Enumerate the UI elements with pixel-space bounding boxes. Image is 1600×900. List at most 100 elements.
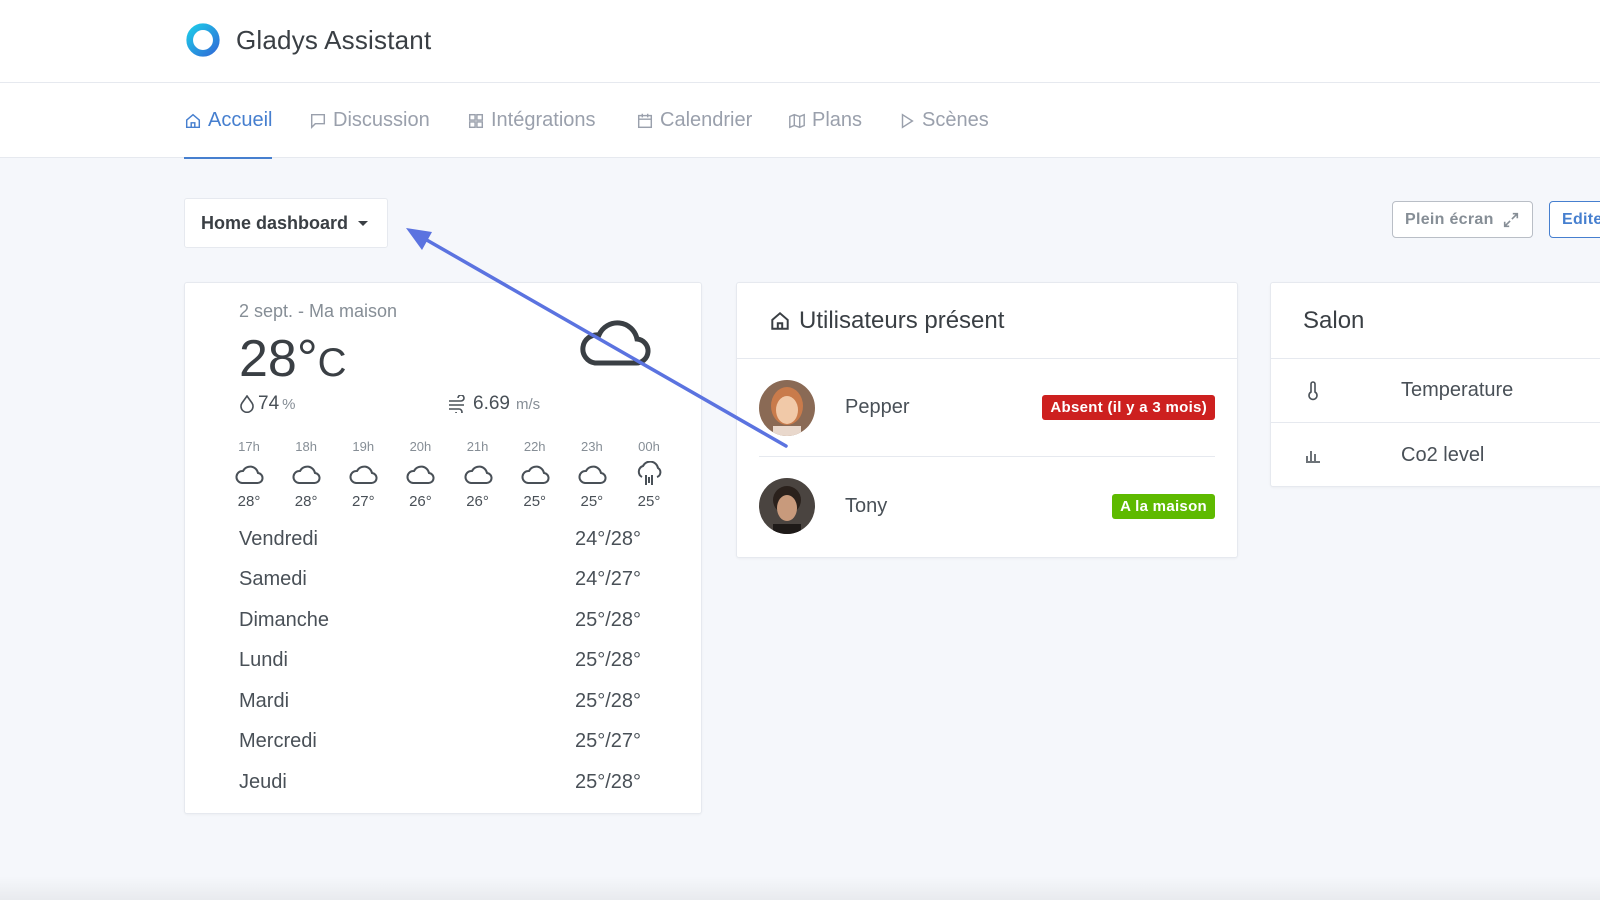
hour-temp: 26° (409, 493, 432, 510)
nav-item-accueil[interactable]: Accueil (184, 83, 273, 159)
daily-row: Samedi 24°/27° (239, 560, 641, 601)
day-range: 25°/27° (574, 730, 641, 753)
brand[interactable]: Gladys Assistant (184, 20, 431, 60)
sensor-row[interactable]: Temperature (1271, 359, 1600, 423)
thermometer-icon (1308, 380, 1318, 400)
hourly-item: 19h 27° (343, 439, 383, 510)
weather-wind-unit: m/s (515, 395, 541, 413)
cloud-icon (580, 320, 651, 366)
nav-item-label: Scènes (922, 109, 989, 131)
card-header: Salon (1271, 283, 1600, 359)
expand-icon (1503, 212, 1518, 227)
chat-icon (310, 113, 326, 129)
hour-temp: 25° (637, 493, 661, 510)
status-badge: Absent (il y a 3 mois) (1042, 395, 1215, 420)
hourly-item: 23h 25° (572, 439, 612, 510)
gladys-logo-icon (186, 23, 220, 57)
day-range: 24°/27° (574, 568, 641, 591)
home-icon (771, 311, 789, 330)
day-range: 25°/28° (574, 649, 641, 672)
cloud-icon (349, 465, 378, 484)
nav-item-label: Calendrier (660, 109, 753, 131)
card-header: Utilisateurs présent (737, 283, 1237, 359)
dashboard-select[interactable]: Home dashboard (184, 198, 388, 248)
weather-wind-value: 6.69 (473, 393, 510, 414)
fullscreen-button-label: Plein écran (1405, 210, 1494, 228)
hour-label: 22h (523, 439, 546, 454)
cloud-icon (578, 465, 607, 484)
dashboard-select-label: Home dashboard (201, 212, 349, 233)
daily-row: Mercredi 25°/27° (239, 722, 641, 763)
weather-humidity: 74% (239, 393, 295, 415)
daily-forecast: Vendredi 24°/28° Samedi 24°/27° Dimanche 25… (239, 519, 641, 803)
hour-label: 00h (638, 439, 660, 454)
hour-label: 21h (466, 439, 489, 454)
map-icon (789, 113, 805, 128)
sensor-name: Co2 level (1401, 443, 1485, 466)
nav-item-integrations[interactable]: Intégrations (467, 83, 596, 158)
nav-item-discussion[interactable]: Discussion (309, 83, 430, 158)
day-name: Dimanche (239, 608, 330, 631)
nav-item-plans[interactable]: Plans (788, 83, 862, 158)
room-card-salon: Salon Temperature Co2 level (1270, 282, 1600, 487)
hour-temp: 27° (351, 493, 375, 510)
weather-wind: 6.69 m/s (447, 393, 540, 415)
weather-card: 2 sept. - Ma maison 28°C 74% 6.69 m/s 17h… (184, 282, 702, 814)
nav-item-scenes[interactable]: Scènes (898, 83, 989, 158)
home-icon (185, 113, 201, 128)
nav-item-label: Intégrations (491, 109, 596, 131)
sensor-row[interactable]: Co2 level (1271, 423, 1600, 487)
nav-item-label: Discussion (333, 109, 430, 131)
card-title: Salon (1303, 306, 1365, 334)
hour-temp: 28° (237, 493, 261, 510)
hourly-item: 22h 25° (515, 439, 555, 510)
day-range: 25°/28° (574, 689, 641, 712)
day-name: Samedi (239, 568, 307, 591)
weather-temperature-value: 28° (239, 330, 318, 388)
day-range: 25°/28° (574, 770, 641, 793)
hour-label: 19h (352, 439, 375, 454)
daily-row: Jeudi 25°/28° (239, 762, 641, 803)
main-nav: Accueil Discussion Intégrations Calendri… (0, 83, 1600, 159)
edit-button-label: Edite (1562, 210, 1600, 228)
droplet-icon (240, 395, 254, 413)
hour-label: 20h (409, 439, 432, 454)
app-title: Gladys Assistant (236, 24, 432, 55)
chevron-down-icon (358, 220, 369, 226)
wind-icon (449, 395, 465, 413)
hourly-forecast: 17h 28° 18h 28° 19h 27° 20h 26° 21h 26° … (229, 439, 669, 510)
user-row: Tony A la maison (759, 457, 1215, 555)
hourly-item: 21h 26° (458, 439, 498, 510)
bottom-shade (0, 876, 1600, 900)
day-name: Mercredi (239, 730, 317, 753)
users-present-card: Utilisateurs présent Pepper Absent (il y… (736, 282, 1238, 558)
card-title: Utilisateurs présent (799, 306, 1005, 334)
edit-button[interactable]: Edite (1549, 201, 1600, 238)
user-row: Pepper Absent (il y a 3 mois) (759, 359, 1215, 457)
hour-temp: 25° (523, 493, 547, 510)
fullscreen-button[interactable]: Plein écran (1392, 201, 1533, 238)
day-name: Jeudi (239, 770, 287, 793)
day-name: Lundi (239, 649, 288, 672)
nav-item-label: Plans (812, 109, 863, 131)
top-header: Gladys Assistant (0, 0, 1600, 83)
weather-humidity-unit: % (282, 395, 296, 413)
day-name: Mardi (239, 689, 290, 712)
daily-row: Vendredi 24°/28° (239, 519, 641, 560)
daily-row: Dimanche 25°/28° (239, 600, 641, 641)
hour-temp: 28° (294, 493, 318, 510)
hourly-item: 17h 28° (229, 439, 269, 510)
day-range: 25°/28° (574, 608, 641, 631)
nav-item-calendrier[interactable]: Calendrier (636, 83, 752, 158)
avatar (759, 478, 815, 534)
user-name: Tony (845, 494, 888, 517)
cloud-icon (406, 465, 435, 484)
cloud-icon (521, 465, 550, 484)
hourly-item: 20h 26° (400, 439, 440, 510)
user-name: Pepper (845, 396, 910, 418)
weather-temperature-unit: C (317, 341, 347, 385)
daily-row: Mardi 25°/28° (239, 681, 641, 722)
day-name: Vendredi (239, 527, 318, 550)
nav-item-label: Accueil (208, 109, 273, 131)
play-icon (901, 112, 914, 129)
